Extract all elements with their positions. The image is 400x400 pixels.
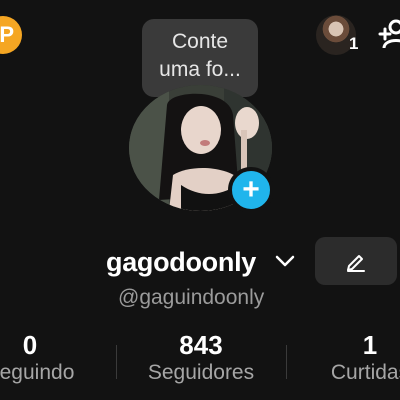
following-count: 0	[22, 330, 38, 360]
likes-label: Curtidas	[330, 361, 400, 384]
following-label: Seguindo	[0, 361, 75, 384]
user-handle: @gaguindoonly	[118, 286, 265, 309]
username[interactable]: gagodoonly	[106, 247, 256, 278]
likes-count: 1	[362, 330, 378, 360]
stat-followers[interactable]: 843 Seguidores	[131, 330, 271, 385]
tooltip-line-2: uma fo...	[159, 58, 241, 81]
chevron-down-icon[interactable]	[274, 253, 296, 269]
add-friend-icon[interactable]	[378, 18, 400, 52]
stat-likes[interactable]: 1 Curtidas	[318, 330, 400, 385]
stat-divider	[116, 345, 117, 379]
tooltip-line-1: Conte	[171, 30, 229, 53]
edit-profile-button[interactable]	[315, 237, 397, 285]
plus-icon: +	[242, 173, 260, 206]
stat-following[interactable]: 0 Seguindo	[0, 330, 80, 385]
story-count: 1	[349, 34, 359, 53]
pencil-icon	[347, 255, 365, 272]
stat-divider	[286, 345, 287, 379]
coin-glyph: P	[0, 22, 14, 47]
add-photo-button[interactable]: +	[228, 167, 274, 213]
followers-label: Seguidores	[147, 361, 255, 384]
coin-icon[interactable]: P	[0, 16, 22, 54]
followers-count: 843	[179, 330, 223, 360]
